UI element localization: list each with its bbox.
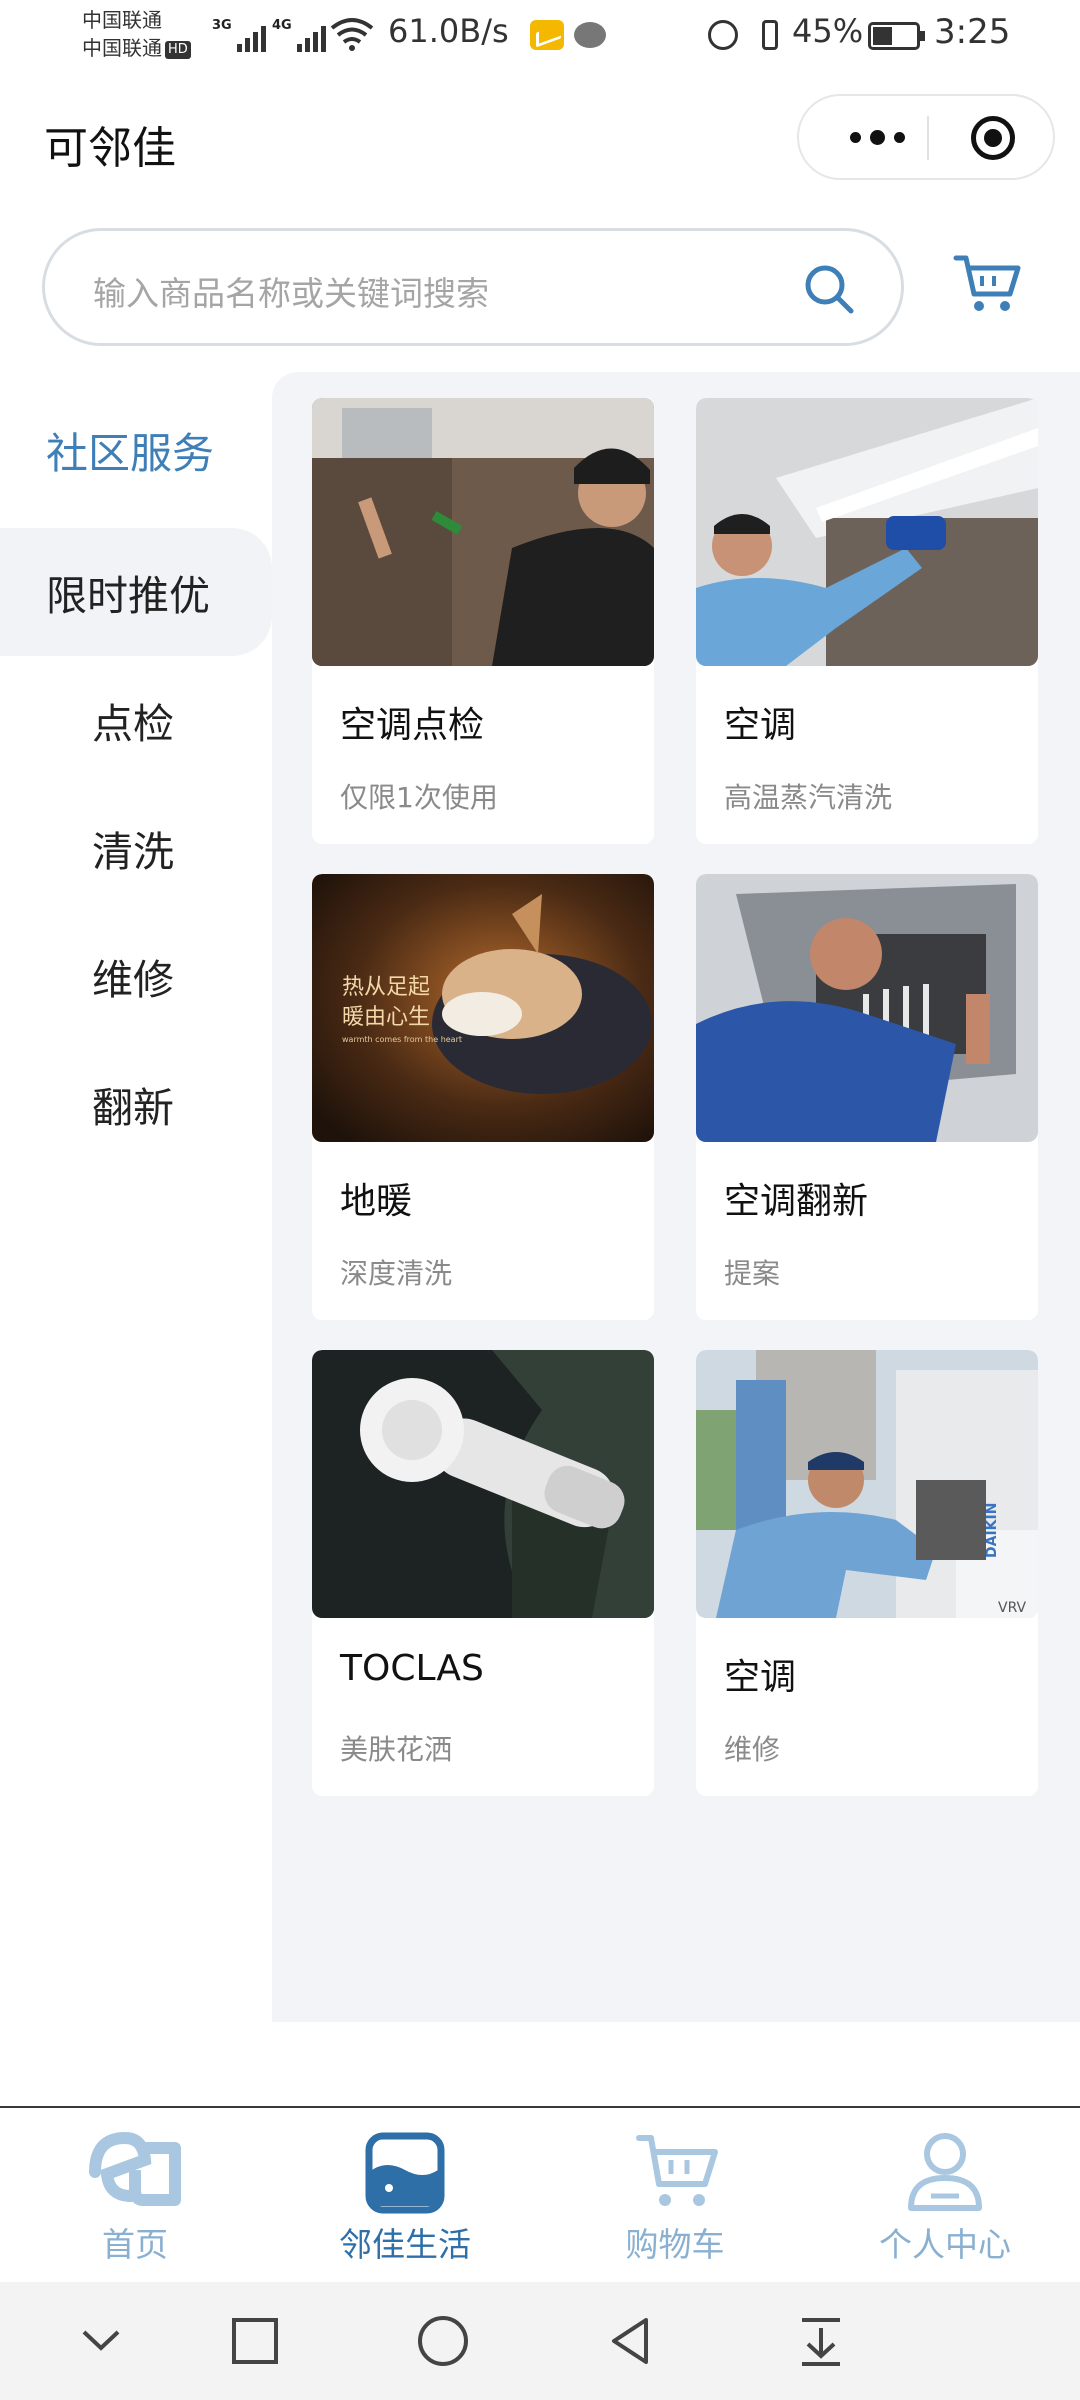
signal-4g-icon: 4G xyxy=(272,18,326,52)
battery-percent: 45% xyxy=(792,12,864,50)
sidebar-item-repair[interactable]: 维修 xyxy=(0,912,272,1040)
system-navigation-bar xyxy=(0,2282,1080,2400)
more-menu-icon[interactable] xyxy=(829,96,925,178)
tab-cart[interactable]: 购物车 xyxy=(540,2108,810,2284)
close-miniprogram-icon[interactable] xyxy=(971,116,1015,160)
sidebar-item-inspection[interactable]: 点检 xyxy=(0,656,272,784)
clock: 3:25 xyxy=(934,12,1011,52)
sidebar-item-cleaning[interactable]: 清洗 xyxy=(0,784,272,912)
carrier-info: 中国联通 中国联通 HD xyxy=(82,6,191,62)
bottom-tab-bar: 首页 邻佳生活 购物车 个人中心 xyxy=(0,2106,1080,2282)
wifi-icon xyxy=(330,18,374,51)
product-image: DAIKIN VRV xyxy=(696,1350,1038,1618)
product-image xyxy=(312,398,654,666)
product-subtitle: 深度清洗 xyxy=(340,1257,453,1290)
product-title: 空调 xyxy=(724,705,797,746)
home-button-icon[interactable] xyxy=(410,2308,476,2374)
product-card[interactable]: 空调 高温蒸汽清洗 xyxy=(696,398,1038,844)
network-3g-label: 3G xyxy=(212,18,232,33)
capsule-divider xyxy=(927,116,929,160)
miniprogram-capsule xyxy=(797,94,1055,180)
product-card[interactable]: DAIKIN VRV 空调 维修 xyxy=(696,1350,1038,1796)
product-subtitle: 高温蒸汽清洗 xyxy=(724,781,893,814)
product-subtitle: 维修 xyxy=(724,1733,781,1766)
carrier-2: 中国联通 xyxy=(82,36,162,60)
product-title: 地暖 xyxy=(340,1181,413,1222)
signal-3g-icon: 3G xyxy=(212,18,266,52)
sidebar-category-title[interactable]: 社区服务 xyxy=(0,386,272,514)
user-icon xyxy=(908,2133,982,2211)
header: 可邻佳 xyxy=(0,72,1080,202)
product-subtitle: 提案 xyxy=(724,1257,781,1290)
tab-label: 邻佳生活 xyxy=(339,2225,471,2264)
sidebar-item-featured[interactable]: 限时推优 xyxy=(0,528,272,656)
search-input[interactable]: 输入商品名称或关键词搜索 xyxy=(42,228,904,346)
battery-icon xyxy=(868,22,925,50)
product-card[interactable]: 空调翻新 提案 xyxy=(696,874,1038,1320)
sidebar-item-renovation[interactable]: 翻新 xyxy=(0,1040,272,1168)
back-icon[interactable] xyxy=(598,2308,664,2374)
product-card[interactable]: TOCLAS 美肤花洒 xyxy=(312,1350,654,1796)
network-4g-label: 4G xyxy=(272,18,292,33)
recent-apps-icon[interactable] xyxy=(222,2308,288,2374)
product-image xyxy=(696,398,1038,666)
cart-icon[interactable] xyxy=(952,248,1024,320)
tab-label: 个人中心 xyxy=(879,2225,1011,2264)
product-title: 空调点检 xyxy=(340,705,485,746)
home-logo-icon xyxy=(89,2131,181,2206)
alarm-icon xyxy=(708,20,738,50)
chat-notification-icon xyxy=(574,22,606,48)
product-image: 热从足起 暖由心生 warmth comes from the heart xyxy=(312,874,654,1142)
notification-pulldown-icon[interactable] xyxy=(788,2308,854,2374)
image-caption-line3: warmth comes from the heart xyxy=(342,1035,462,1044)
product-subtitle: 美肤花洒 xyxy=(340,1733,453,1766)
product-grid: 空调点检 仅限1次使用 空调 高温蒸汽清洗 热从足起 暖由心生 warmth c… xyxy=(272,372,1080,2022)
tab-life[interactable]: 邻佳生活 xyxy=(270,2108,540,2284)
product-title: TOCLAS xyxy=(340,1648,484,1689)
product-card[interactable]: 空调点检 仅限1次使用 xyxy=(312,398,654,844)
product-image xyxy=(696,874,1038,1142)
cart-icon xyxy=(636,2135,718,2206)
mail-notification-icon xyxy=(530,20,564,50)
tab-profile[interactable]: 个人中心 xyxy=(810,2108,1080,2284)
hd-badge: HD xyxy=(165,40,191,59)
search-icon[interactable] xyxy=(801,261,857,317)
search-placeholder: 输入商品名称或关键词搜索 xyxy=(93,274,489,313)
product-subtitle: 仅限1次使用 xyxy=(340,781,498,814)
life-icon xyxy=(365,2132,445,2214)
tab-home[interactable]: 首页 xyxy=(0,2108,270,2284)
status-bar: 中国联通 中国联通 HD 3G 4G 61.0B/s 45% 3:25 xyxy=(0,0,1080,72)
image-model-text: VRV xyxy=(998,1600,1027,1616)
chevron-down-icon[interactable] xyxy=(68,2308,134,2374)
network-speed: 61.0B/s xyxy=(388,12,509,50)
image-caption-line2: 暖由心生 xyxy=(342,1005,430,1030)
product-image xyxy=(312,1350,654,1618)
product-title: 空调翻新 xyxy=(724,1181,869,1222)
tab-label: 购物车 xyxy=(625,2225,725,2264)
carrier-1: 中国联通 xyxy=(82,8,162,32)
vibrate-icon xyxy=(752,18,788,52)
category-sidebar: 社区服务 限时推优 点检 清洗 维修 翻新 xyxy=(0,372,272,2022)
image-caption-line1: 热从足起 xyxy=(342,975,430,1000)
product-title: 空调 xyxy=(724,1657,797,1698)
page-title: 可邻佳 xyxy=(44,123,176,174)
image-brand-text: DAIKIN xyxy=(984,1503,1000,1558)
tab-label: 首页 xyxy=(102,2225,168,2264)
product-card[interactable]: 热从足起 暖由心生 warmth comes from the heart 地暖… xyxy=(312,874,654,1320)
